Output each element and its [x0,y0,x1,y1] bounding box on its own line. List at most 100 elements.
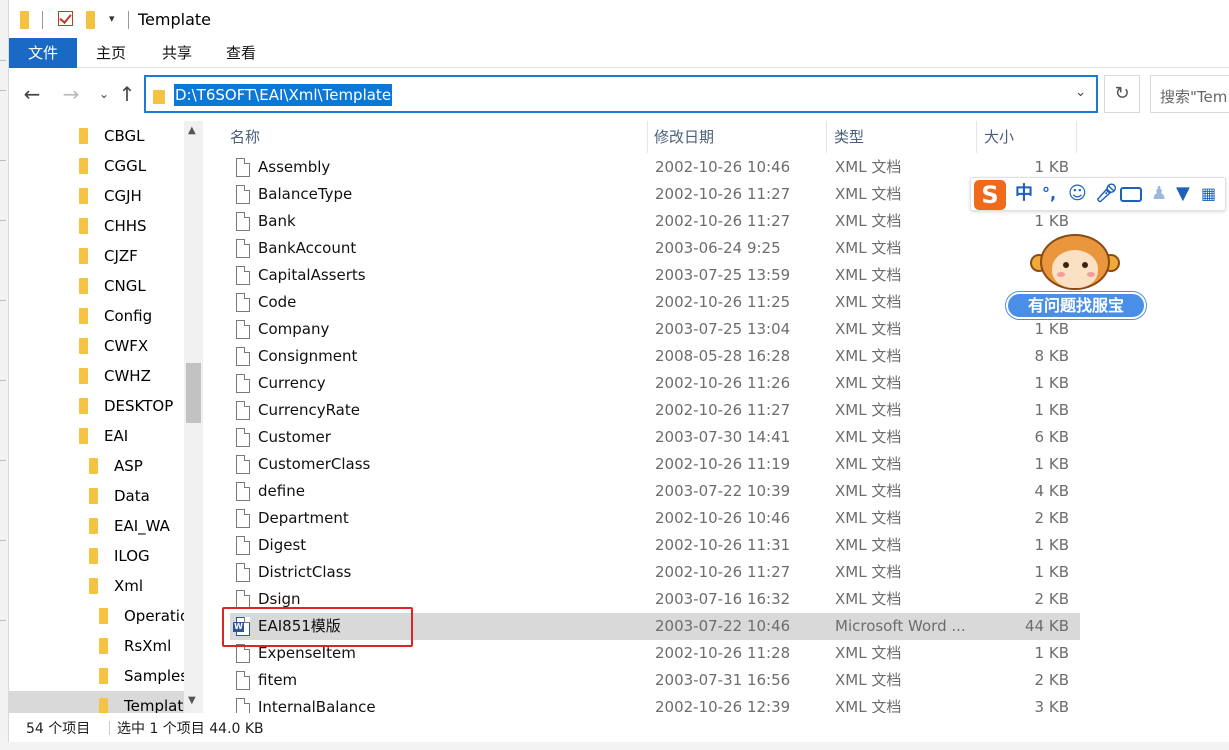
scroll-down-arrow-icon[interactable]: ▼ [188,695,196,706]
file-row[interactable]: Company 2003-07-25 13:04 XML 文档 1 KB [230,316,1080,343]
address-bar[interactable]: D:\T6SOFT\EAI\Xml\Template ⌄ [144,75,1098,113]
tree-item[interactable]: CWFX [9,331,194,361]
tree-item[interactable]: CGGL [9,151,194,181]
forward-arrow-icon[interactable]: → [60,83,82,105]
file-date: 2002-10-26 12:39 [655,698,791,713]
tree-item[interactable]: Samples [9,661,194,691]
tree-item[interactable]: CWHZ [9,361,194,391]
tree-item[interactable]: Xml [9,571,194,601]
tree-item[interactable]: Templat [9,691,194,713]
tree-item[interactable]: CJZF [9,241,194,271]
tree-item[interactable]: CBGL [9,121,194,151]
user-icon[interactable]: ♟ [1151,183,1167,205]
file-row[interactable]: CapitalAsserts 2003-07-25 13:59 XML 文档 [230,262,1080,289]
file-row[interactable]: CustomerClass 2002-10-26 11:19 XML 文档 1 KB [230,451,1080,478]
tab-share[interactable]: 共享 [151,38,203,68]
file-date: 2003-06-24 9:25 [655,239,781,257]
tree-item[interactable]: RsXml [9,631,194,661]
tab-home[interactable]: 主页 [85,38,137,68]
scroll-up-arrow-icon[interactable]: ▲ [188,125,196,136]
tree-item[interactable]: CGJH [9,181,194,211]
properties-check-icon[interactable] [58,11,73,31]
file-type: XML 文档 [835,266,902,284]
tree-item[interactable]: Data [9,481,194,511]
file-type: XML 文档 [835,347,902,365]
file-row[interactable]: Customer 2003-07-30 14:41 XML 文档 6 KB [230,424,1080,451]
file-date: 2002-10-26 11:26 [655,374,791,392]
tree-item[interactable]: DESKTOP [9,391,194,421]
file-row[interactable]: CurrencyRate 2002-10-26 11:27 XML 文档 1 KB [230,397,1080,424]
skin-shirt-icon[interactable]: ▼ [1176,183,1190,205]
tree-item[interactable]: Operatic [9,601,194,631]
file-type: Microsoft Word ... [835,617,966,635]
search-input[interactable]: 搜索"Tem [1150,75,1229,113]
xml-file-icon [236,266,250,285]
tab-view[interactable]: 查看 [215,38,267,68]
file-size: 44 KB [1025,617,1069,635]
tree-item[interactable]: EAI_WA [9,511,194,541]
customize-toolbar-chevron-icon[interactable]: ▾ [109,12,115,32]
folder-icon [89,518,98,534]
file-row[interactable]: BankAccount2003-06-24 9:25XML 文档2 [230,235,1080,262]
tree-item[interactable]: ASP [9,451,194,481]
address-path[interactable]: D:\T6SOFT\EAI\Xml\Template [174,84,393,106]
file-row[interactable]: Currency 2002-10-26 11:26 XML 文档 1 KB [230,370,1080,397]
file-row[interactable]: Consignment 2008-05-28 16:28 XML 文档 8 KB [230,343,1080,370]
folder-icon [79,218,88,234]
file-row[interactable]: define 2003-07-22 10:39 XML 文档 4 KB [230,478,1080,505]
column-header-name[interactable]: 名称 [230,121,260,153]
address-history-chevron-icon[interactable]: ⌄ [1075,85,1086,100]
file-row[interactable]: InternalBalance 2002-10-26 12:39 XML 文档 3 K… [230,694,1080,713]
new-folder-icon[interactable] [86,11,95,31]
file-type: XML 文档 [835,212,902,230]
file-row[interactable]: Department 2002-10-26 10:46 XML 文档 2 KB [230,505,1080,532]
back-arrow-icon[interactable]: ← [21,83,43,105]
recent-locations-chevron-icon[interactable]: ⌄ [93,83,115,105]
navigation-pane-scrollbar[interactable]: ▲ ▼ [184,121,203,713]
up-arrow-icon[interactable]: ↑ [116,83,138,105]
refresh-button[interactable]: ↻ [1104,75,1140,113]
scrollbar-thumb[interactable] [186,363,201,423]
column-divider[interactable] [826,121,827,153]
file-row[interactable]: Code 2002-10-26 11:25 XML 文档 [230,289,1080,316]
file-date: 2002-10-26 11:27 [655,401,791,419]
column-divider[interactable] [647,121,648,153]
file-row[interactable]: BalanceType 2002-10-26 11:27 XML 文档 [230,181,1080,208]
file-type: XML 文档 [835,590,902,608]
column-header-size[interactable]: 大小 [984,121,1014,153]
emoji-icon[interactable]: ☺ [1068,183,1087,205]
tab-file[interactable]: 文件 [9,38,77,68]
microphone-icon[interactable]: 🎤︎ [1095,183,1118,205]
tree-item-label: Templat [124,697,184,713]
tree-item[interactable]: CHHS [9,211,194,241]
file-type: XML 文档 [835,698,902,713]
column-header-type[interactable]: 类型 [834,121,864,153]
tree-item[interactable]: CNGL [9,271,194,301]
ime-punctuation-mode[interactable]: °, [1042,183,1056,205]
column-divider[interactable] [976,121,977,153]
monkey-mascot-icon[interactable] [1030,232,1122,294]
file-name: CurrencyRate [258,401,360,419]
tree-item-label: RsXml [124,637,172,655]
tree-item[interactable]: EAI [9,421,194,451]
ime-language-mode[interactable]: 中 [1015,183,1033,205]
file-row[interactable]: Assembly 2002-10-26 10:46 XML 文档 1 KB [230,154,1080,181]
keyboard-icon[interactable] [1120,187,1142,202]
tree-item[interactable]: ILOG [9,541,194,571]
folder-icon [89,458,98,474]
file-row[interactable]: fitem 2003-07-31 16:56 XML 文档 2 KB [230,667,1080,694]
sogou-logo-icon[interactable]: S [974,180,1006,210]
file-row[interactable]: Digest 2002-10-26 11:31 XML 文档 1 KB [230,532,1080,559]
file-row[interactable]: DistrictClass 2002-10-26 11:27 XML 文档 1 KB [230,559,1080,586]
tree-item[interactable]: Config [9,301,194,331]
toolbox-grid-icon[interactable]: ▦ [1201,183,1216,205]
column-divider[interactable] [1076,121,1077,153]
folder-icon [99,668,108,684]
file-row[interactable]: Bank 2002-10-26 11:27 XML 文档 1 KB [230,208,1080,235]
help-button[interactable]: 有问题找服宝 [1006,292,1146,319]
folder-icon [79,308,88,324]
column-header-date[interactable]: 修改日期 [654,121,714,153]
separator [109,721,110,735]
tree-item-label: Samples [124,667,189,685]
file-date: 2003-07-22 10:46 [655,617,791,635]
